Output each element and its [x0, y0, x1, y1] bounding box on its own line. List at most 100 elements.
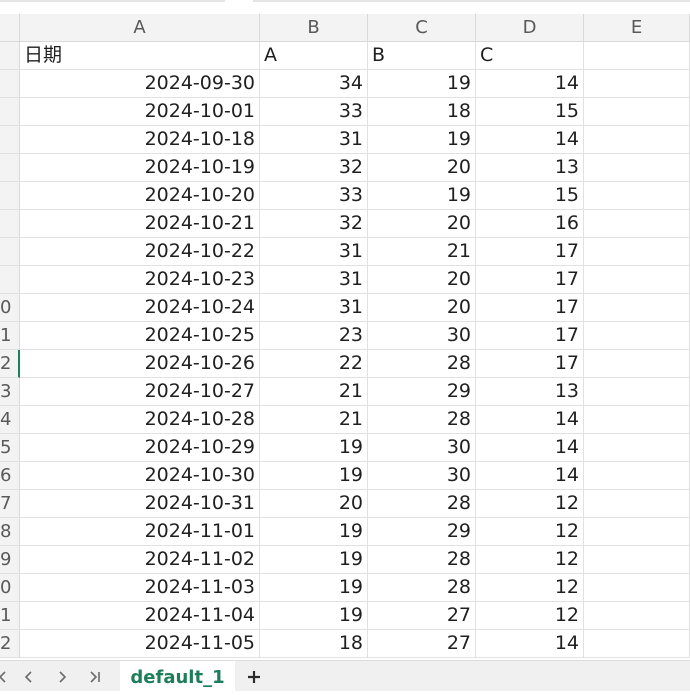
value-cell[interactable]: 17 [476, 322, 584, 350]
nav-last-icon[interactable] [84, 665, 106, 689]
value-cell[interactable]: 20 [368, 154, 476, 182]
value-cell[interactable]: 28 [368, 574, 476, 602]
row-header[interactable]: 9 [0, 546, 20, 574]
row-header[interactable]: 0 [0, 574, 20, 602]
date-cell[interactable]: 2024-10-30 [20, 462, 260, 490]
row-header[interactable]: 6 [0, 462, 20, 490]
column-header-d[interactable]: D [476, 14, 584, 42]
empty-cell[interactable] [584, 630, 690, 658]
value-cell[interactable]: 15 [476, 182, 584, 210]
empty-cell[interactable] [584, 238, 690, 266]
date-cell[interactable]: 2024-11-02 [20, 546, 260, 574]
row-header[interactable] [0, 126, 20, 154]
empty-cell[interactable] [584, 210, 690, 238]
value-cell[interactable]: 12 [476, 518, 584, 546]
date-cell[interactable]: 2024-11-01 [20, 518, 260, 546]
value-cell[interactable]: 14 [476, 462, 584, 490]
value-cell[interactable]: 31 [260, 238, 368, 266]
date-cell[interactable]: 2024-09-30 [20, 70, 260, 98]
empty-cell[interactable] [584, 518, 690, 546]
value-cell[interactable]: 12 [476, 490, 584, 518]
column-header-e[interactable]: E [584, 14, 690, 42]
nav-first-icon[interactable] [0, 665, 14, 689]
value-cell[interactable]: 19 [260, 546, 368, 574]
value-cell[interactable]: 21 [368, 238, 476, 266]
empty-cell[interactable] [584, 490, 690, 518]
value-cell[interactable]: 23 [260, 322, 368, 350]
value-cell[interactable]: 30 [368, 434, 476, 462]
value-cell[interactable]: 17 [476, 238, 584, 266]
column-header-a[interactable]: A [20, 14, 260, 42]
nav-prev-icon[interactable] [18, 665, 40, 689]
value-cell[interactable]: 16 [476, 210, 584, 238]
date-cell[interactable]: 2024-10-01 [20, 98, 260, 126]
row-header[interactable]: 4 [0, 406, 20, 434]
value-cell[interactable]: 20 [368, 266, 476, 294]
select-all-corner[interactable] [0, 14, 20, 42]
value-cell[interactable]: 33 [260, 98, 368, 126]
value-cell[interactable]: 17 [476, 266, 584, 294]
row-header[interactable]: 8 [0, 518, 20, 546]
date-cell[interactable]: 2024-10-20 [20, 182, 260, 210]
empty-cell[interactable] [584, 266, 690, 294]
row-header[interactable]: 2 [0, 350, 20, 378]
plus-icon[interactable] [243, 666, 265, 688]
empty-cell[interactable] [584, 406, 690, 434]
empty-cell[interactable] [584, 294, 690, 322]
value-cell[interactable]: 21 [260, 378, 368, 406]
value-cell[interactable]: 13 [476, 378, 584, 406]
table-header-cell[interactable]: A [260, 42, 368, 70]
value-cell[interactable]: 30 [368, 462, 476, 490]
date-cell[interactable]: 2024-10-26 [20, 350, 260, 378]
value-cell[interactable]: 14 [476, 126, 584, 154]
value-cell[interactable]: 14 [476, 70, 584, 98]
value-cell[interactable]: 30 [368, 322, 476, 350]
row-header[interactable]: 2 [0, 630, 20, 658]
empty-cell[interactable] [584, 434, 690, 462]
empty-cell[interactable] [584, 462, 690, 490]
row-header[interactable] [0, 266, 20, 294]
value-cell[interactable]: 32 [260, 154, 368, 182]
table-header-cell[interactable] [584, 42, 690, 70]
empty-cell[interactable] [584, 546, 690, 574]
date-cell[interactable]: 2024-10-25 [20, 322, 260, 350]
row-header[interactable]: 5 [0, 434, 20, 462]
empty-cell[interactable] [584, 574, 690, 602]
value-cell[interactable]: 28 [368, 406, 476, 434]
value-cell[interactable]: 28 [368, 350, 476, 378]
value-cell[interactable]: 12 [476, 546, 584, 574]
value-cell[interactable]: 15 [476, 98, 584, 126]
empty-cell[interactable] [584, 98, 690, 126]
value-cell[interactable]: 29 [368, 518, 476, 546]
column-header-b[interactable]: B [260, 14, 368, 42]
row-header[interactable]: 3 [0, 378, 20, 406]
date-cell[interactable]: 2024-10-28 [20, 406, 260, 434]
row-header[interactable] [0, 42, 20, 70]
empty-cell[interactable] [584, 70, 690, 98]
value-cell[interactable]: 14 [476, 434, 584, 462]
value-cell[interactable]: 19 [260, 434, 368, 462]
value-cell[interactable]: 18 [260, 630, 368, 658]
value-cell[interactable]: 13 [476, 154, 584, 182]
value-cell[interactable]: 21 [260, 406, 368, 434]
value-cell[interactable]: 31 [260, 294, 368, 322]
empty-cell[interactable] [584, 350, 690, 378]
table-header-cell[interactable]: 日期 [20, 42, 260, 70]
value-cell[interactable]: 20 [368, 294, 476, 322]
value-cell[interactable]: 18 [368, 98, 476, 126]
value-cell[interactable]: 27 [368, 630, 476, 658]
date-cell[interactable]: 2024-10-27 [20, 378, 260, 406]
date-cell[interactable]: 2024-10-19 [20, 154, 260, 182]
date-cell[interactable]: 2024-10-31 [20, 490, 260, 518]
date-cell[interactable]: 2024-10-29 [20, 434, 260, 462]
value-cell[interactable]: 27 [368, 602, 476, 630]
empty-cell[interactable] [584, 602, 690, 630]
empty-cell[interactable] [584, 154, 690, 182]
value-cell[interactable]: 33 [260, 182, 368, 210]
value-cell[interactable]: 28 [368, 490, 476, 518]
value-cell[interactable]: 19 [368, 182, 476, 210]
date-cell[interactable]: 2024-10-21 [20, 210, 260, 238]
date-cell[interactable]: 2024-11-04 [20, 602, 260, 630]
value-cell[interactable]: 19 [260, 602, 368, 630]
value-cell[interactable]: 12 [476, 602, 584, 630]
